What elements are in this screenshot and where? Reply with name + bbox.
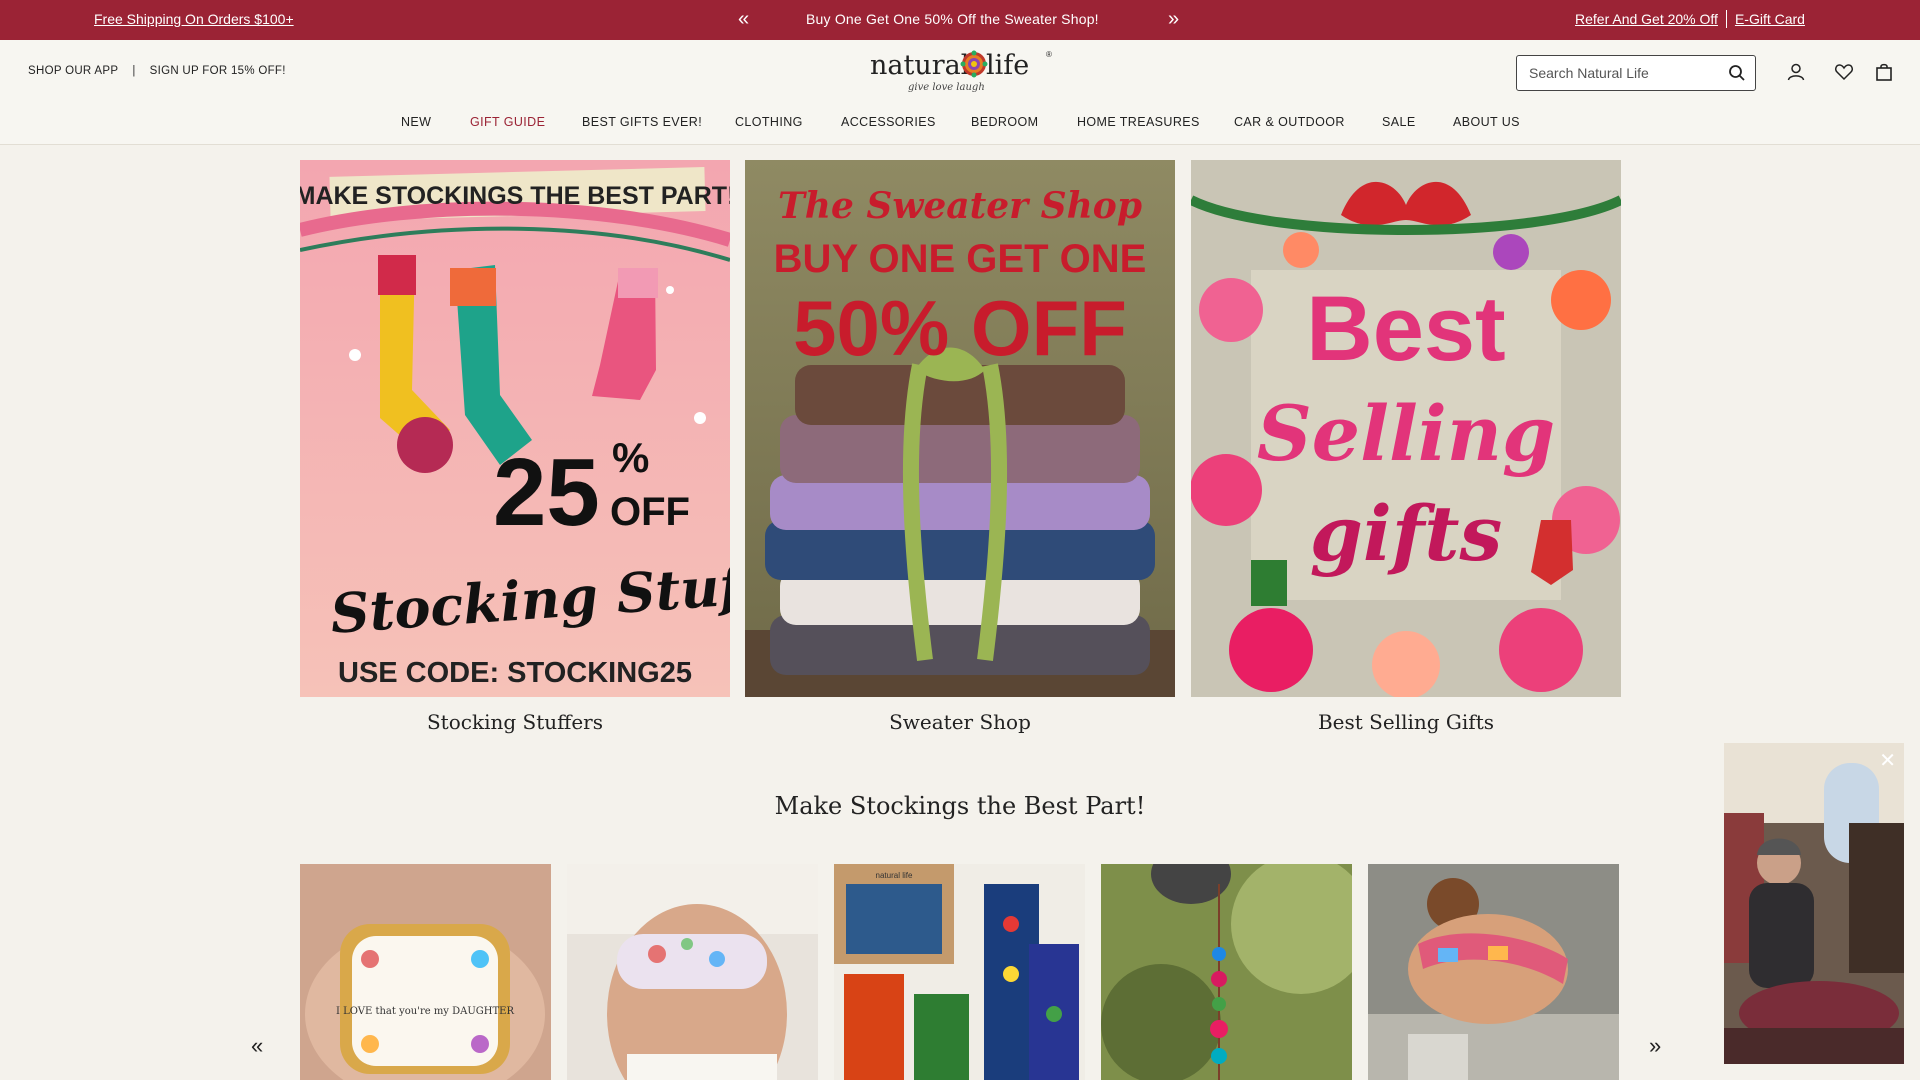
tile-code: USE CODE: STOCKING25 (338, 657, 692, 689)
video-thumbnail (1724, 743, 1904, 1064)
tile-line2: Selling (1257, 389, 1555, 478)
wishlist-heart-icon[interactable] (1834, 62, 1854, 82)
chevron-double-right-icon[interactable]: » (1168, 8, 1179, 31)
nav-item-best-gifts[interactable]: BEST GIFTS EVER! (582, 115, 702, 129)
site-header: SHOP OUR APP | SIGN UP FOR 15% OFF! natu… (0, 40, 1920, 145)
utility-links: SHOP OUR APP | SIGN UP FOR 15% OFF! (28, 65, 286, 77)
nav-item-new[interactable]: NEW (401, 115, 431, 129)
tile-line3: gifts (1310, 489, 1503, 578)
nav-item-gift-guide[interactable]: GIFT GUIDE (470, 115, 545, 129)
section-title: Make Stockings the Best Part! (774, 792, 1146, 820)
site-logo[interactable]: natural life ® give love laugh (868, 46, 1053, 100)
tile-caption-sweater-shop[interactable]: Sweater Shop (745, 710, 1175, 734)
cart-bag-icon[interactable] (1874, 62, 1894, 82)
registered-mark: ® (1046, 50, 1052, 59)
product-image (1101, 864, 1352, 1080)
tile-banner-text: MAKE STOCKINGS THE BEST PART! (300, 182, 730, 210)
product-image: I LOVE that you're my DAUGHTER (300, 864, 551, 1080)
logo-word-life: life (986, 50, 1030, 81)
sweater-shop-banner-image: The Sweater Shop BUY ONE GET ONE 50% OFF (745, 160, 1175, 697)
nav-item-sale[interactable]: SALE (1382, 115, 1416, 129)
chevron-double-left-icon[interactable]: « (251, 1033, 263, 1059)
tile-off: OFF (610, 490, 690, 534)
nav-item-car-outdoor[interactable]: CAR & OUTDOOR (1234, 115, 1345, 129)
sweater-shop-tile[interactable]: The Sweater Shop BUY ONE GET ONE 50% OFF (745, 160, 1175, 697)
search-box (1516, 55, 1756, 91)
search-icon[interactable] (1728, 64, 1746, 82)
best-selling-gifts-tile[interactable]: Best Selling gifts (1191, 160, 1621, 697)
tile-caption-stocking-stuffers[interactable]: Stocking Stuffers (300, 710, 730, 734)
free-shipping-link[interactable]: Free Shipping On Orders $100+ (94, 11, 294, 27)
product-card-headband[interactable] (1368, 864, 1619, 1080)
egift-card-link[interactable]: E-Gift Card (1735, 11, 1805, 27)
tile-caption-best-selling-gifts[interactable]: Best Selling Gifts (1191, 710, 1621, 734)
best-selling-gifts-banner-image: Best Selling gifts (1191, 160, 1621, 697)
box-text: natural life (876, 871, 913, 880)
product-card-trinket-dish[interactable]: I LOVE that you're my DAUGHTER (300, 864, 551, 1080)
tile-line2: 50% OFF (793, 284, 1127, 372)
promo-message[interactable]: Buy One Get One 50% Off the Sweater Shop… (806, 11, 1099, 27)
tile-script: The Sweater Shop (778, 185, 1142, 227)
product-card-cozy-socks[interactable]: natural life (834, 864, 1085, 1080)
signup-discount-link[interactable]: SIGN UP FOR 15% OFF! (150, 65, 286, 77)
product-image (567, 864, 818, 1080)
main-nav: NEW GIFT GUIDE BEST GIFTS EVER! CLOTHING… (0, 115, 1920, 139)
dish-text: I LOVE that you're my DAUGHTER (336, 1006, 515, 1017)
refer-link[interactable]: Refer And Get 20% Off (1575, 11, 1718, 27)
nav-item-home-treasures[interactable]: HOME TREASURES (1077, 115, 1200, 129)
logo-tagline: give love laugh (908, 82, 985, 93)
stocking-stuffers-tile[interactable]: MAKE STOCKINGS THE BEST PART! 25 % OFF S… (300, 160, 730, 697)
chevron-double-right-icon[interactable]: » (1649, 1033, 1661, 1059)
close-icon[interactable]: ✕ (1879, 751, 1896, 771)
search-input[interactable] (1517, 56, 1717, 90)
announcement-bar: Free Shipping On Orders $100+ « Buy One … (0, 0, 1920, 40)
tile-big-number: 25 (493, 439, 600, 546)
top-right-links: Refer And Get 20% Off E-Gift Card (1575, 10, 1805, 28)
tile-percent: % (612, 434, 649, 481)
product-image: natural life (834, 864, 1085, 1080)
account-icon[interactable] (1786, 62, 1806, 82)
flower-logo-icon (960, 50, 988, 78)
divider (1725, 10, 1727, 28)
product-card-eye-mask[interactable] (567, 864, 818, 1080)
nav-item-clothing[interactable]: CLOTHING (735, 115, 803, 129)
logo-word-natural: natural (870, 50, 970, 81)
video-popup[interactable]: ✕ (1724, 743, 1904, 1064)
tile-line1: Best (1306, 278, 1505, 380)
product-card-car-charm[interactable] (1101, 864, 1352, 1080)
tile-line1: BUY ONE GET ONE (774, 237, 1147, 281)
utility-divider: | (132, 65, 136, 77)
nav-item-accessories[interactable]: ACCESSORIES (841, 115, 936, 129)
stocking-stuffers-banner-image: MAKE STOCKINGS THE BEST PART! 25 % OFF S… (300, 160, 730, 697)
product-image (1368, 864, 1619, 1080)
nav-item-bedroom[interactable]: BEDROOM (971, 115, 1038, 129)
chevron-double-left-icon[interactable]: « (738, 8, 749, 31)
shop-app-link[interactable]: SHOP OUR APP (28, 65, 118, 77)
nav-item-about-us[interactable]: ABOUT US (1453, 115, 1520, 129)
